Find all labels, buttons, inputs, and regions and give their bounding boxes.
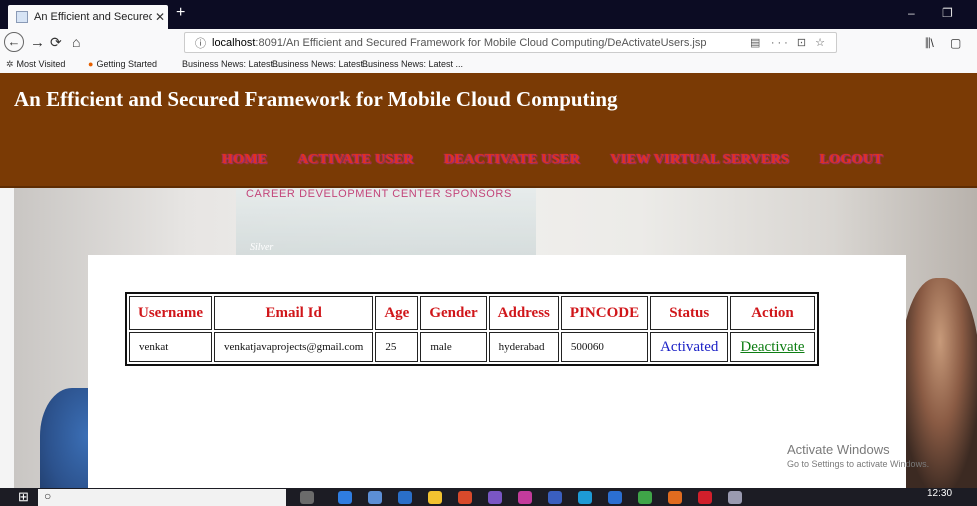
menu-activate-user[interactable]: ACTIVATE USER xyxy=(298,152,414,167)
deactivate-link[interactable]: Deactivate xyxy=(740,339,804,355)
app-icon-chrome[interactable] xyxy=(608,491,622,504)
cell-age: 25 xyxy=(375,332,419,362)
bookmark-business-news-1[interactable]: Business News: Latest ... xyxy=(182,59,283,69)
menu-home[interactable]: HOME xyxy=(222,152,268,167)
col-pincode: PINCODE xyxy=(560,296,649,330)
cell-gender: male xyxy=(420,332,487,362)
browser-tab[interactable]: An Efficient and Secured Frame ✕ xyxy=(8,5,168,29)
tab-title: An Efficient and Secured Frame xyxy=(34,11,152,23)
bookmark-most-visited[interactable]: ✲ Most Visited xyxy=(6,59,65,70)
watermark-subtitle: Go to Settings to activate Windows. xyxy=(787,459,930,469)
col-action: Action xyxy=(730,296,815,330)
app-icon-red[interactable] xyxy=(458,491,472,504)
page-actions-icon[interactable]: ··· ⊡ ☆ xyxy=(771,36,828,49)
col-gender: Gender xyxy=(420,296,487,330)
url-bar[interactable]: ⓘ localhost :8091/An Efficient and Secur… xyxy=(184,32,837,53)
app-icon-grey[interactable] xyxy=(728,491,742,504)
forward-arrow-icon[interactable]: → xyxy=(30,34,45,51)
cell-action: Deactivate xyxy=(730,332,815,362)
site-header: An Efficient and Secured Framework for M… xyxy=(0,73,977,188)
app-icon-pink[interactable] xyxy=(518,491,532,504)
content-panel: Username Email Id Age Gender Address PIN… xyxy=(88,255,906,488)
main-menu: HOME ACTIVATE USER DEACTIVATE USER VIEW … xyxy=(222,150,909,168)
url-path: :8091/An Efficient and Secured Framework… xyxy=(255,36,707,49)
tab-close-icon[interactable]: ✕ xyxy=(152,10,168,24)
table-row: venkat venkatjavaprojects@gmail.com 25 m… xyxy=(129,332,815,362)
app-icon-purple[interactable] xyxy=(488,491,502,504)
app-icon-green[interactable] xyxy=(638,491,652,504)
col-email: Email Id xyxy=(213,296,374,330)
menu-deactivate-user[interactable]: DEACTIVATE USER xyxy=(444,152,580,167)
users-table: Username Email Id Age Gender Address PIN… xyxy=(125,292,819,366)
bookmark-getting-started[interactable]: ● Getting Started xyxy=(88,59,157,69)
search-icon: ○ xyxy=(44,489,52,503)
sponsor-board-text: CAREER DEVELOPMENT CENTER SPONSORS xyxy=(246,188,512,200)
menu-view-virtual-servers[interactable]: VIEW VIRTUAL SERVERS xyxy=(611,152,790,167)
cell-pincode: 500060 xyxy=(560,332,649,362)
windows-taskbar: ⊞ ○ 12:30 xyxy=(0,488,977,506)
taskbar-search-box[interactable]: ○ xyxy=(38,489,286,506)
bookmark-business-news-3[interactable]: Business News: Latest ... xyxy=(362,59,463,69)
cell-username: venkat xyxy=(129,332,212,362)
reader-view-icon[interactable]: ▤ xyxy=(750,36,760,49)
col-status: Status xyxy=(650,296,729,330)
file-explorer-icon[interactable] xyxy=(428,491,442,504)
col-username: Username xyxy=(129,296,212,330)
reload-icon[interactable]: ⟳ xyxy=(50,34,62,51)
settings-icon[interactable] xyxy=(368,491,382,504)
taskbar-clock: 12:30 xyxy=(927,488,953,499)
bookmark-business-news-2[interactable]: Business News: Latest ... xyxy=(272,59,373,69)
col-age: Age xyxy=(375,296,419,330)
web-page: An Efficient and Secured Framework for M… xyxy=(0,73,977,488)
url-host: localhost xyxy=(212,36,256,49)
app-icon-cyan[interactable] xyxy=(578,491,592,504)
app-icon-red-2[interactable] xyxy=(698,491,712,504)
sidebar-icon[interactable]: ▢ xyxy=(950,36,961,50)
firefox-icon: ● xyxy=(88,59,94,69)
task-view-icon[interactable] xyxy=(300,491,314,504)
bookmarks-toolbar: ✲ Most Visited ● Getting Started Business … xyxy=(0,57,977,73)
cell-email: venkatjavaprojects@gmail.com xyxy=(213,332,374,362)
site-info-icon[interactable]: ⓘ xyxy=(195,35,206,51)
firefox-taskbar-icon[interactable] xyxy=(668,491,682,504)
cell-address: hyderabad xyxy=(488,332,559,362)
site-title: An Efficient and Secured Framework for M… xyxy=(14,87,618,111)
home-icon[interactable]: ⌂ xyxy=(72,34,80,50)
gear-icon: ✲ xyxy=(6,59,14,69)
start-icon[interactable]: ⊞ xyxy=(18,489,29,505)
edge-icon[interactable] xyxy=(338,491,352,504)
activate-windows-watermark: Activate Windows Go to Settings to activ… xyxy=(787,442,929,469)
table-header-row: Username Email Id Age Gender Address PIN… xyxy=(129,296,815,330)
cell-status: Activated xyxy=(650,332,729,362)
window-restore-icon[interactable]: ❐ xyxy=(942,6,953,20)
watermark-title: Activate Windows xyxy=(787,442,890,457)
sponsor-silver-text: Silver xyxy=(250,242,274,253)
back-arrow-icon[interactable]: ← xyxy=(4,32,24,52)
page-favicon-icon xyxy=(16,11,28,23)
window-minimize-icon[interactable]: – xyxy=(908,6,915,20)
col-address: Address xyxy=(488,296,559,330)
store-icon[interactable] xyxy=(398,491,412,504)
library-icon[interactable]: ⫼\ xyxy=(925,36,934,51)
menu-logout[interactable]: LOGOUT xyxy=(820,152,883,167)
new-tab-icon[interactable]: + xyxy=(176,4,185,22)
browser-tab-strip: An Efficient and Secured Frame ✕ + – ❐ xyxy=(0,0,977,29)
app-icon-blue[interactable] xyxy=(548,491,562,504)
browser-toolbar: ← → ⟳ ⌂ ⓘ localhost :8091/An Efficient a… xyxy=(0,29,977,58)
